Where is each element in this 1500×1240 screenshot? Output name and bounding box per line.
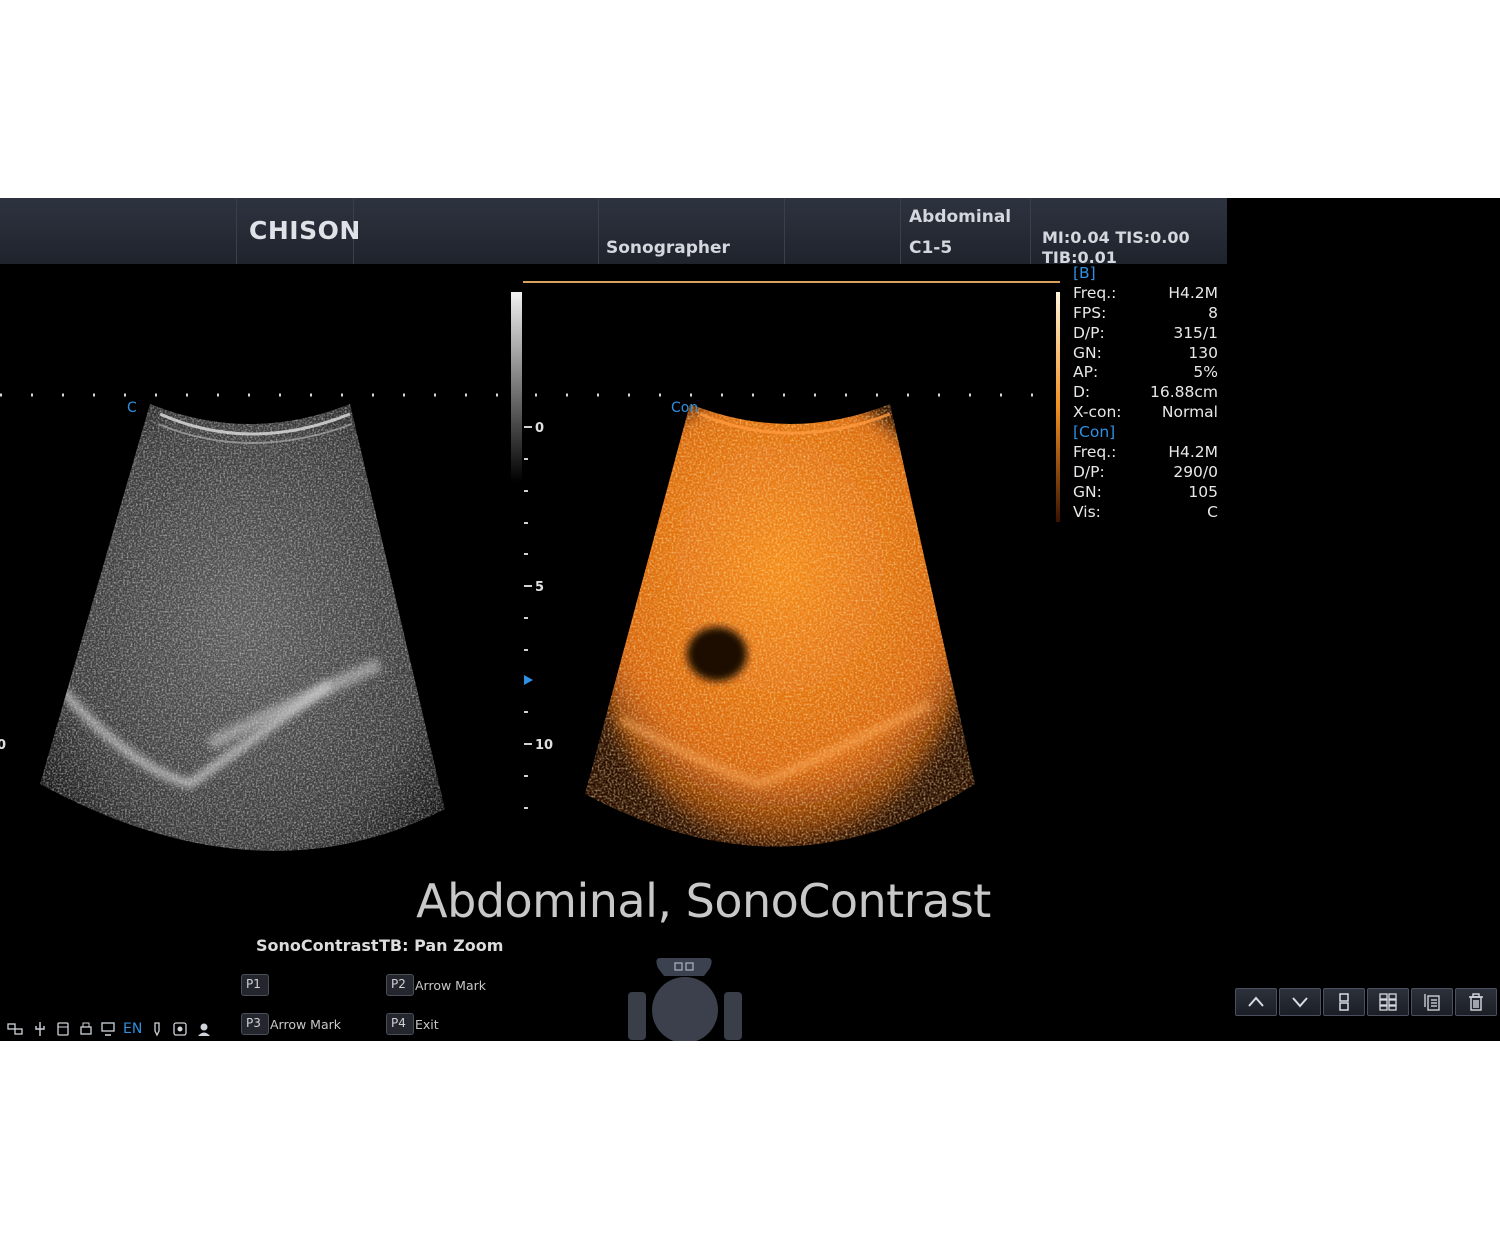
contrast-map-bar (1056, 292, 1060, 522)
user-icon (198, 1023, 210, 1036)
delete-button[interactable] (1455, 988, 1497, 1016)
header-cell-exam: Abdominal C1-5 (900, 198, 1031, 264)
probe-icon (154, 1022, 160, 1037)
b-param-key: AP: (1073, 363, 1099, 382)
ultrasound-screen: CHISON Sonographer Abdominal C1-5 MI:0.0… (0, 198, 1500, 1041)
p3-key-label: P3 (246, 1016, 261, 1030)
p1-button[interactable]: P1 (241, 974, 269, 996)
chevron-down-icon (1292, 997, 1308, 1008)
b-param-value: 130 (1188, 343, 1218, 362)
con-param-value: 105 (1188, 482, 1218, 501)
con-param-key: D/P: (1073, 462, 1105, 481)
b-param-row: GN: 130 (1073, 344, 1218, 364)
depth-label-0: 0 (535, 421, 545, 436)
con-param-value: H4.2M (1168, 443, 1218, 462)
b-param-row: X-con: Normal (1073, 403, 1218, 423)
depth-label-5: 5 (535, 580, 545, 595)
b-param-key: D/P: (1073, 323, 1105, 342)
mi-tis-readout: MI:0.04 TIS:0.00 (1042, 228, 1190, 247)
card-reader-icon (173, 1022, 187, 1036)
usb-icon (35, 1022, 45, 1036)
gray-map-bar (511, 292, 522, 482)
monitor-icon (101, 1022, 115, 1036)
sonographer-label: Sonographer (606, 238, 730, 258)
bmode-label: C (127, 400, 137, 416)
b-param-key: X-con: (1073, 403, 1122, 422)
con-section-label: [Con] (1073, 423, 1116, 442)
con-param-value: 290/0 (1173, 462, 1218, 481)
header-cell-blank (784, 198, 901, 264)
mode-name: SonoContrast (256, 936, 379, 955)
layout-dual-icon (1339, 993, 1349, 1011)
caption-title: Abdominal, SonoContrast (416, 874, 991, 928)
contrast-image (585, 404, 975, 847)
trackball-mode: TB: Pan Zoom (379, 936, 504, 955)
ultrasound-images (0, 281, 1060, 851)
header-cell-sonographer: Sonographer (598, 198, 785, 264)
header-cell-patient (0, 198, 237, 264)
image-list-button[interactable] (1411, 988, 1453, 1016)
p4-button[interactable]: P4 (386, 1013, 414, 1035)
con-param-key: Vis: (1073, 502, 1101, 521)
b-param-key: D: (1073, 383, 1091, 402)
b-param-value: 8 (1208, 303, 1218, 322)
p4-key-label: P4 (391, 1016, 406, 1030)
b-param-row: Freq.: H4.2M (1073, 284, 1218, 304)
b-param-value: 5% (1193, 363, 1218, 382)
b-param-key: Freq.: (1073, 283, 1117, 302)
layout-dual-button[interactable] (1323, 988, 1365, 1016)
con-param-row: Vis: C (1073, 503, 1218, 523)
depth-label-10: 10 (535, 738, 554, 753)
b-param-row: FPS: 8 (1073, 304, 1218, 324)
con-param-key: Freq.: (1073, 443, 1117, 462)
b-param-key: FPS: (1073, 303, 1107, 322)
language-indicator[interactable]: EN (123, 1021, 142, 1037)
header-cell-brand: CHISON (236, 198, 360, 264)
b-param-row: D/P: 315/1 (1073, 324, 1218, 344)
con-param-key: GN: (1073, 482, 1102, 501)
layout-quad-button[interactable] (1367, 988, 1409, 1016)
b-param-value: 315/1 (1173, 323, 1218, 342)
left-edge-depth-label: 0 (0, 738, 7, 753)
b-param-key: GN: (1073, 343, 1102, 362)
network-icon (7, 1023, 23, 1035)
p2-action-label: Arrow Mark (415, 978, 487, 993)
image-list-icon (1424, 994, 1440, 1011)
depth-scale-ticks (524, 426, 532, 809)
b-param-value: 16.88cm (1150, 383, 1218, 402)
exam-type: Abdominal (909, 207, 1012, 227)
b-param-row: D: 16.88cm (1073, 383, 1218, 403)
b-param-row: AP: 5% (1073, 363, 1218, 383)
storage-icon (57, 1022, 69, 1036)
p2-key-label: P2 (391, 977, 406, 991)
p4-action-label: Exit (415, 1017, 439, 1032)
p2-button[interactable]: P2 (386, 974, 414, 996)
con-param-row: Freq.: H4.2M (1073, 443, 1218, 463)
b-param-value: H4.2M (1168, 283, 1218, 302)
scroll-up-button[interactable] (1235, 988, 1277, 1016)
parameter-panel: [B] Freq.: H4.2M FPS: 8 D/P: 315/1 GN: 130 AP: 5%… (1073, 264, 1218, 523)
p3-action-label: Arrow Mark (270, 1017, 342, 1032)
layout-quad-icon (1379, 993, 1397, 1011)
probe-name: C1-5 (909, 238, 953, 258)
trackball-icon (628, 958, 742, 1041)
chevron-up-icon (1248, 996, 1264, 1007)
b-param-value: Normal (1161, 403, 1218, 422)
con-param-row: D/P: 290/0 (1073, 463, 1218, 483)
p1-key-label: P1 (246, 977, 261, 991)
contrast-label: Con (671, 400, 699, 416)
header-cell-hospital (352, 198, 599, 264)
con-param-value: C (1207, 502, 1218, 521)
bmode-image (40, 404, 445, 851)
printer-icon (80, 1022, 92, 1035)
p3-button[interactable]: P3 (241, 1013, 269, 1035)
trash-icon (1469, 993, 1483, 1011)
con-param-row: GN: 105 (1073, 483, 1218, 503)
brand-logo: CHISON (249, 216, 361, 245)
scroll-down-button[interactable] (1279, 988, 1321, 1016)
b-section-label: [B] (1073, 264, 1096, 282)
focus-marker-icon (524, 675, 533, 685)
